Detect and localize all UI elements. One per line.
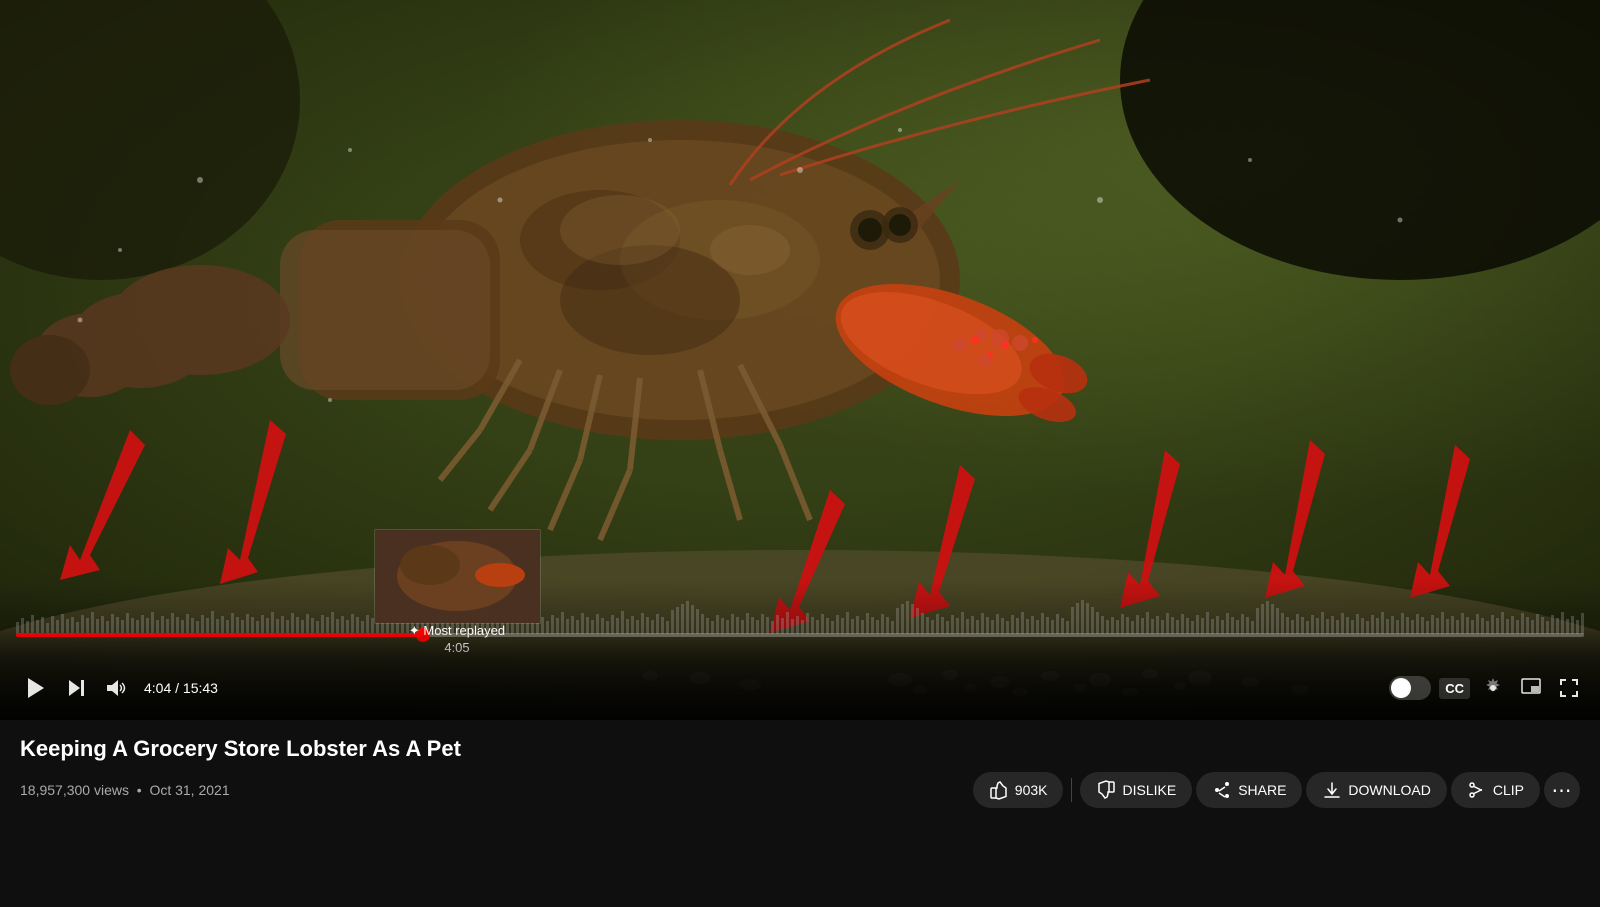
dislike-icon: [1096, 780, 1116, 800]
next-button[interactable]: [60, 672, 92, 704]
video-title: Keeping A Grocery Store Lobster As A Pet: [20, 736, 1580, 762]
info-bar: Keeping A Grocery Store Lobster As A Pet…: [0, 720, 1600, 907]
settings-button[interactable]: [1478, 673, 1508, 703]
like-icon: [989, 780, 1009, 800]
view-count: 18,957,300 views • Oct 31, 2021: [20, 782, 230, 798]
meta-row: 18,957,300 views • Oct 31, 2021 903K: [20, 772, 1580, 808]
divider: [1071, 778, 1072, 802]
share-button[interactable]: SHARE: [1196, 772, 1302, 808]
share-icon: [1212, 780, 1232, 800]
action-buttons: 903K DISLIKE: [973, 772, 1580, 808]
more-icon: ⋯: [1552, 778, 1573, 803]
controls-row: 4:04 / 15:43 CC: [0, 668, 1600, 708]
like-count: 903K: [1015, 782, 1048, 798]
video-player[interactable]: ✦ Most replayed 4:05: [0, 0, 1600, 720]
volume-button[interactable]: [100, 672, 132, 704]
cc-button[interactable]: CC: [1439, 678, 1470, 699]
miniplayer-button[interactable]: [1516, 673, 1546, 703]
play-button[interactable]: [16, 670, 52, 706]
clip-button[interactable]: CLIP: [1451, 772, 1540, 808]
video-controls: 4:04 / 15:43 CC: [0, 630, 1600, 720]
toggle-knob: [1391, 678, 1411, 698]
video-frame: ✦ Most replayed 4:05: [0, 0, 1600, 720]
fullscreen-button[interactable]: [1554, 673, 1584, 703]
settings-area: CC: [1389, 673, 1584, 703]
time-display: 4:04 / 15:43: [144, 680, 218, 696]
download-button[interactable]: DOWNLOAD: [1306, 772, 1446, 808]
dislike-button[interactable]: DISLIKE: [1080, 772, 1192, 808]
download-icon: [1322, 780, 1342, 800]
more-button[interactable]: ⋯: [1544, 772, 1580, 808]
like-button[interactable]: 903K: [973, 772, 1064, 808]
autopause-toggle[interactable]: [1389, 676, 1431, 700]
clip-icon: [1467, 780, 1487, 800]
